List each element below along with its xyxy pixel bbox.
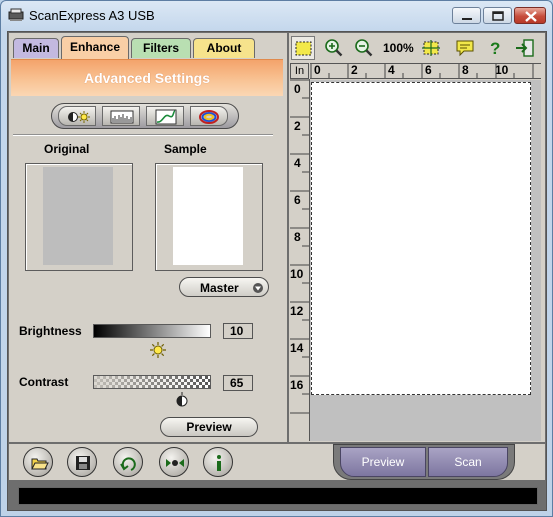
app-window: ScanExpress A3 USB Main Enhance Filters … — [0, 0, 553, 517]
comment-button[interactable] — [453, 36, 477, 60]
zoom-level: 100% — [383, 41, 414, 55]
sample-preview-frame — [155, 163, 263, 271]
scan-button[interactable]: Scan — [428, 447, 508, 477]
exit-button[interactable] — [513, 36, 537, 60]
scan-target-button[interactable] — [159, 447, 189, 477]
status-bar — [18, 487, 538, 505]
save-disk-icon — [76, 456, 90, 470]
minimize-icon — [462, 18, 472, 20]
color-mode-button[interactable] — [190, 106, 228, 126]
brightness-slider-thumb-icon[interactable] — [149, 341, 167, 359]
undo-icon — [120, 457, 136, 471]
close-icon — [525, 11, 537, 22]
close-button[interactable] — [514, 7, 546, 24]
open-folder-icon — [31, 458, 49, 470]
select-area-button[interactable] — [291, 36, 315, 60]
original-preview-image — [43, 167, 113, 265]
comment-icon — [456, 40, 474, 57]
ruler-tick: 6 — [294, 193, 301, 207]
tab-about[interactable]: About — [193, 38, 255, 58]
preview-sample-button[interactable]: Preview — [160, 417, 258, 437]
ruler-tick: 2 — [294, 119, 301, 133]
window-title: ScanExpress A3 USB — [29, 8, 155, 23]
channel-select-value: Master — [200, 281, 239, 295]
tab-main[interactable]: Main — [13, 38, 59, 58]
ruler-tick: 16 — [290, 378, 304, 392]
zoom-in-button[interactable] — [322, 36, 346, 60]
maximize-icon — [492, 11, 504, 21]
fit-page-button[interactable] — [419, 36, 443, 60]
save-button[interactable] — [67, 447, 97, 477]
advanced-settings-header: Advanced Settings — [11, 59, 283, 96]
brightness-label: Brightness — [19, 324, 82, 338]
info-button[interactable] — [203, 447, 233, 477]
scan-target-icon — [166, 459, 184, 467]
ruler-tick: 0 — [294, 82, 301, 96]
zoom-out-button[interactable] — [352, 36, 376, 60]
brightness-slider[interactable] — [93, 324, 211, 338]
divider — [13, 134, 273, 136]
horizontal-ruler: 0 2 4 6 8 10 — [310, 63, 541, 79]
contrast-label: Contrast — [19, 375, 69, 389]
ruler-tick: 4 — [294, 156, 301, 170]
brightness-contrast-icon — [68, 111, 90, 123]
exit-icon — [516, 39, 534, 57]
ruler-tick: 14 — [290, 341, 304, 355]
minimize-button[interactable] — [452, 7, 481, 24]
help-button[interactable]: ? — [483, 36, 507, 60]
curve-icon — [155, 109, 177, 125]
select-area-icon — [295, 41, 312, 56]
histogram-icon — [110, 110, 134, 124]
undo-button[interactable] — [113, 447, 143, 477]
settings-panel: Main Enhance Filters About Advanced Sett… — [9, 33, 287, 442]
chevron-down-icon — [253, 283, 263, 293]
ruler-tick: 10 — [290, 267, 304, 281]
ruler-ticks-graphic — [310, 64, 534, 78]
sample-label: Sample — [164, 142, 207, 156]
fit-page-icon — [422, 40, 440, 56]
original-label: Original — [44, 142, 90, 156]
ruler-tick: 8 — [294, 230, 301, 244]
color-wheel-icon — [199, 110, 219, 124]
mode-selector — [51, 103, 239, 129]
client-area: Main Enhance Filters About Advanced Sett… — [7, 31, 547, 511]
svg-text:?: ? — [490, 39, 500, 58]
preview-button[interactable]: Preview — [340, 447, 426, 477]
zoom-in-icon — [325, 39, 343, 57]
tab-filters[interactable]: Filters — [131, 38, 191, 58]
open-button[interactable] — [23, 447, 53, 477]
vertical-ruler: 0 2 4 6 8 10 12 14 16 — [290, 79, 310, 441]
ruler-unit: In — [290, 63, 309, 79]
zoom-out-icon — [355, 39, 373, 57]
info-icon — [217, 455, 221, 471]
scan-page-region[interactable] — [311, 82, 531, 395]
histogram-mode-button[interactable] — [102, 106, 140, 126]
help-icon: ? — [490, 39, 500, 58]
scan-preview-panel: 100% ? In 0 2 4 6 8 10 0 2 4 6 8 10 12 1… — [289, 33, 545, 442]
brightness-contrast-mode-button[interactable] — [58, 106, 96, 126]
title-bar[interactable]: ScanExpress A3 USB — [1, 1, 552, 31]
contrast-slider[interactable] — [93, 375, 211, 389]
action-button-group: Preview Scan — [333, 444, 515, 480]
scan-preview-area[interactable] — [310, 80, 541, 441]
ruler-tick: 12 — [290, 304, 304, 318]
app-icon — [8, 8, 24, 21]
channel-select[interactable]: Master — [179, 277, 269, 297]
curve-mode-button[interactable] — [146, 106, 184, 126]
tab-enhance[interactable]: Enhance — [61, 36, 129, 59]
maximize-button[interactable] — [483, 7, 512, 24]
contrast-slider-thumb-icon[interactable] — [175, 391, 189, 409]
contrast-value[interactable]: 65 — [223, 375, 253, 391]
original-preview-frame — [25, 163, 133, 271]
brightness-value[interactable]: 10 — [223, 323, 253, 339]
panel-title: Advanced Settings — [83, 70, 211, 86]
sample-preview-image — [173, 167, 243, 265]
